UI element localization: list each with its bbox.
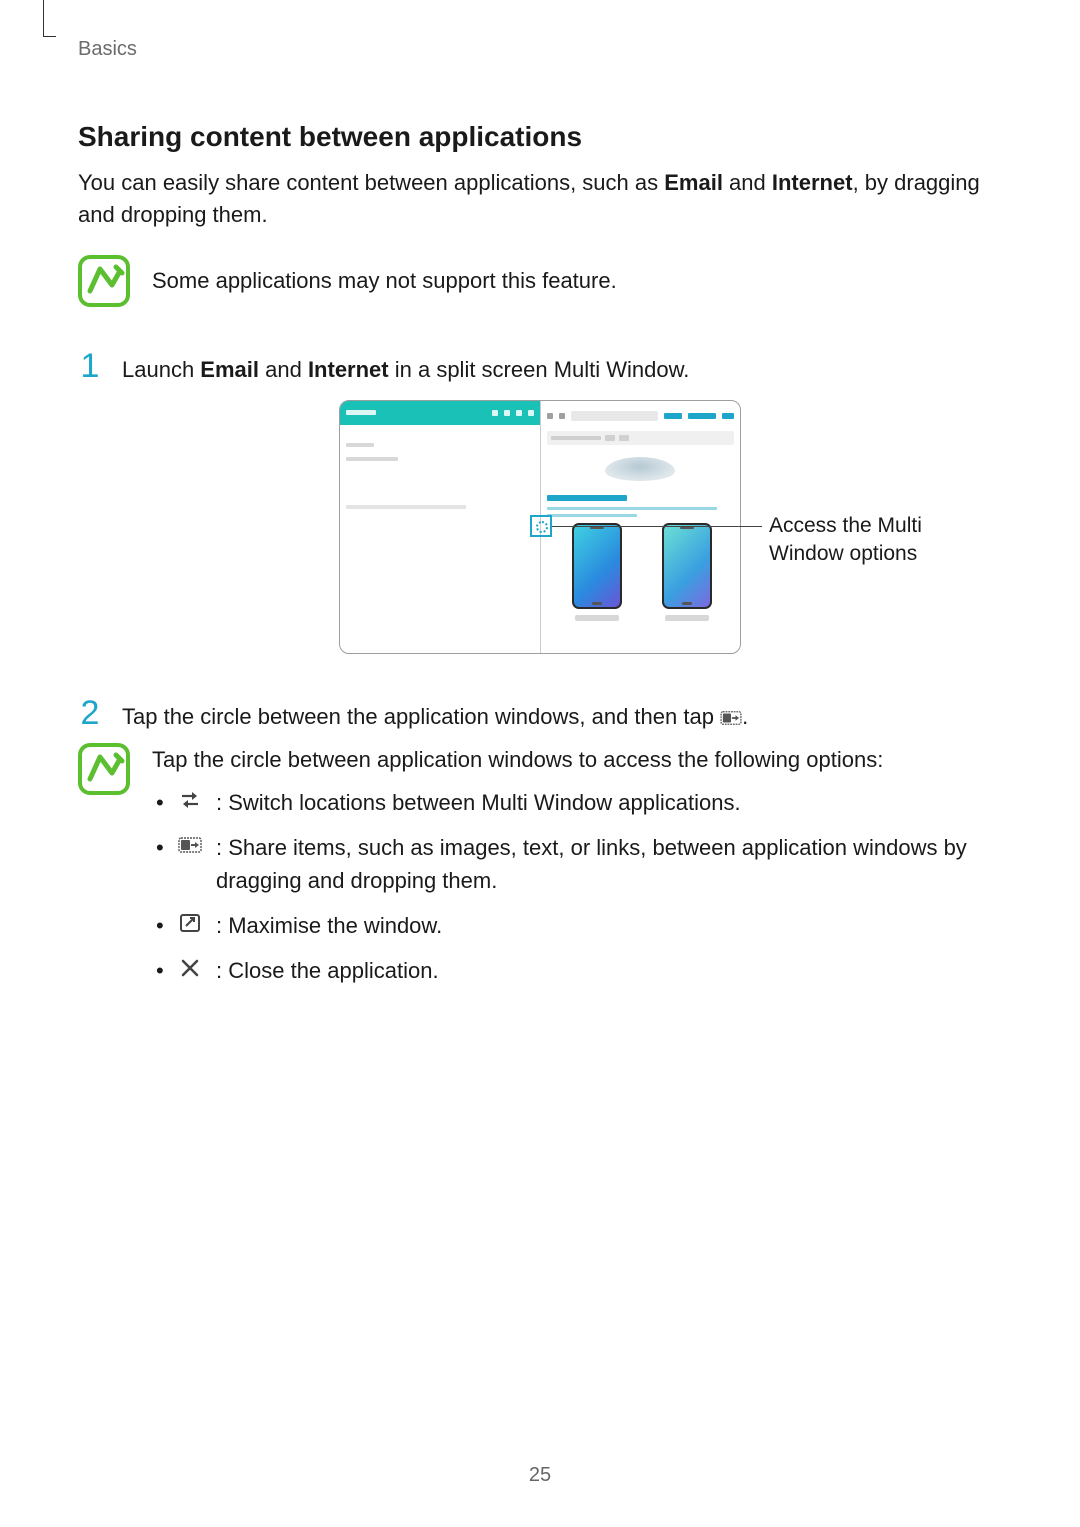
- option-maximise: : Maximise the window.: [152, 909, 1002, 942]
- step-2-post: .: [742, 704, 748, 729]
- note-icon: [78, 743, 130, 795]
- option-close: : Close the application.: [152, 954, 1002, 987]
- multiwindow-handle-marker: [530, 515, 552, 537]
- note-icon: [78, 255, 130, 307]
- step-1-app-email: Email: [200, 357, 259, 382]
- figure-internet-pane: [541, 401, 741, 653]
- step-1-pre: Launch: [122, 357, 200, 382]
- breadcrumb: Basics: [78, 38, 1002, 61]
- drag-share-icon: [178, 835, 202, 855]
- intro-app-email: Email: [664, 170, 723, 195]
- intro-paragraph: You can easily share content between app…: [78, 167, 1002, 231]
- maximise-icon: [178, 913, 202, 933]
- step-1-mid: and: [259, 357, 308, 382]
- step-1-number: 1: [78, 347, 102, 386]
- intro-app-internet: Internet: [772, 170, 853, 195]
- multiwindow-figure: Access the Multi Window options: [339, 400, 741, 654]
- callout-label-line1: Access the Multi: [769, 514, 922, 537]
- callout-line: [552, 526, 762, 527]
- option-switch-text: : Switch locations between Multi Window …: [216, 790, 741, 815]
- step-2-number: 2: [78, 694, 102, 733]
- note-unsupported-text: Some applications may not support this f…: [152, 255, 617, 297]
- option-close-text: : Close the application.: [216, 958, 439, 983]
- step-1-app-internet: Internet: [308, 357, 389, 382]
- option-share-text: : Share items, such as images, text, or …: [216, 835, 967, 893]
- step-1-post: in a split screen Multi Window.: [389, 357, 690, 382]
- intro-text: and: [723, 170, 772, 195]
- corner-crop-mark: [43, 0, 56, 37]
- close-icon: [178, 958, 202, 978]
- page-number: 25: [0, 1464, 1080, 1487]
- callout-label-line2: Window options: [769, 542, 917, 565]
- step-1-text: Launch Email and Internet in a split scr…: [122, 354, 689, 386]
- option-share: : Share items, such as images, text, or …: [152, 831, 1002, 897]
- figure-email-pane: [340, 401, 540, 653]
- option-switch: : Switch locations between Multi Window …: [152, 786, 1002, 819]
- step-2-text: Tap the circle between the application w…: [122, 701, 748, 733]
- intro-text: You can easily share content between app…: [78, 170, 664, 195]
- switch-locations-icon: [178, 790, 202, 810]
- drag-share-icon: [720, 709, 742, 727]
- step-2-pre: Tap the circle between the application w…: [122, 704, 720, 729]
- section-title: Sharing content between applications: [78, 121, 1002, 153]
- options-intro: Tap the circle between application windo…: [152, 743, 1002, 776]
- callout-label: Access the Multi Window options: [769, 512, 949, 569]
- option-maximise-text: : Maximise the window.: [216, 913, 442, 938]
